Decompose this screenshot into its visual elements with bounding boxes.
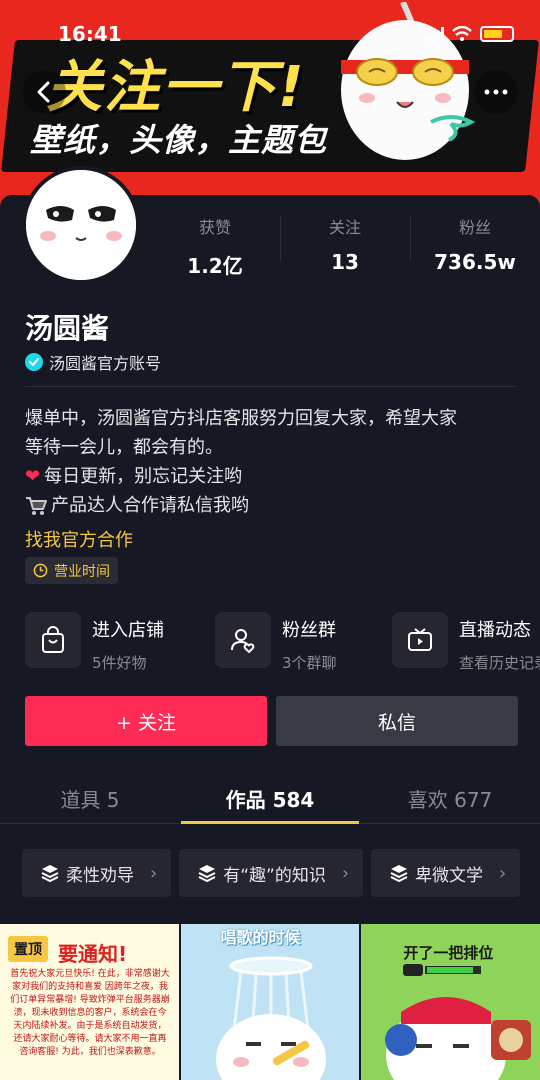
profile-name: 汤圆酱 <box>25 312 110 345</box>
status-bar: 16:41 <box>0 0 540 46</box>
shopping-bag-icon <box>25 612 81 668</box>
profile-page: 关注一下! 壁纸，头像，主题包 16:41 获赞 1.2亿 关注 13 粉丝 7… <box>0 0 540 1080</box>
tile-notice-heading: 要通知! <box>58 942 128 966</box>
status-icons <box>426 26 514 42</box>
service-fan-group-subtitle: 3个群聊 <box>282 654 337 672</box>
collection-label: 卑微文学 <box>415 865 484 886</box>
avatar-mascot-face <box>26 170 136 280</box>
stat-likes[interactable]: 获赞 1.2亿 <box>150 210 280 278</box>
service-shop[interactable]: 进入店铺 5件好物 <box>25 612 164 673</box>
collection-chip[interactable]: 卑微文学 › <box>371 849 521 897</box>
video-tile[interactable]: 唱歌的时候 <box>180 924 360 1080</box>
chevron-right-icon: › <box>341 862 350 884</box>
status-time: 16:41 <box>58 22 122 46</box>
video-thumbnail-illustration <box>385 964 532 1080</box>
service-live-title: 直播动态 <box>459 620 531 641</box>
service-fan-group-title: 粉丝群 <box>282 620 336 641</box>
fan-group-icon <box>215 612 271 668</box>
stat-likes-value: 1.2亿 <box>187 254 243 278</box>
avatar[interactable] <box>22 166 140 284</box>
video-grid: 置顶 要通知! 首先祝大家元旦快乐! 在此，非常感谢大家对我们的支持和喜爱 因跨… <box>0 924 540 1080</box>
verified-label: 汤圆酱官方账号 <box>49 354 162 373</box>
bio-line: 产品达人合作请私信我哟 <box>25 491 525 520</box>
verified-account: 汤圆酱官方账号 <box>25 350 161 374</box>
bio-text: 每日更新，别忘记关注哟 <box>44 466 243 487</box>
stat-following-label: 关注 <box>328 218 361 237</box>
message-button[interactable]: 私信 <box>276 696 518 746</box>
collections-row: 柔性劝导 › 有“趣”的知识 › 卑微文学 › <box>22 849 540 897</box>
service-fan-group[interactable]: 粉丝群 3个群聊 <box>215 612 337 673</box>
stat-followers-value: 736.5w <box>434 250 516 274</box>
stat-following-value: 13 <box>331 250 359 274</box>
video-thumbnail-illustration <box>215 956 326 1080</box>
clock-icon <box>33 563 48 578</box>
collection-chip[interactable]: 有“趣”的知识 › <box>179 849 364 897</box>
follow-button[interactable]: + 关注 <box>25 696 267 746</box>
business-hours-tag[interactable]: 营业时间 <box>25 557 118 584</box>
collection-chip[interactable]: 柔性劝导 › <box>22 849 172 897</box>
bio-line: ❤ 每日更新，别忘记关注哟 <box>25 462 525 491</box>
pinned-badge: 置顶 <box>8 936 48 962</box>
layers-icon <box>198 865 216 883</box>
service-live-updates[interactable]: 直播动态 查看历史记录 <box>392 612 540 673</box>
video-tile[interactable]: 开了一把排位 <box>361 924 540 1080</box>
chevron-right-icon: › <box>150 862 158 884</box>
more-button[interactable] <box>474 70 518 114</box>
back-button[interactable] <box>22 70 66 114</box>
tv-play-icon <box>392 612 448 668</box>
bio-text: 产品达人合作请私信我哟 <box>51 495 249 516</box>
profile-bio: 爆单中，汤圆酱官方抖店客服努力回复大家，希望大家 等待一会儿，都会有的。 ❤ 每… <box>25 404 525 520</box>
video-tile[interactable]: 置顶 要通知! 首先祝大家元旦快乐! 在此，非常感谢大家对我们的支持和喜爱 因跨… <box>0 924 179 1080</box>
stat-following[interactable]: 关注 13 <box>280 210 410 274</box>
tab-works[interactable]: 作品 584 <box>180 770 360 824</box>
stat-followers-label: 粉丝 <box>458 218 491 237</box>
business-hours-label: 营业时间 <box>54 563 110 580</box>
profile-divider <box>25 386 517 387</box>
stat-likes-label: 获赞 <box>198 218 231 237</box>
verified-check-icon <box>25 353 43 371</box>
wifi-icon <box>452 26 472 41</box>
stat-followers[interactable]: 粉丝 736.5w <box>410 210 540 274</box>
tab-likes[interactable]: 喜欢 677 <box>360 770 540 823</box>
collection-label: 柔性劝导 <box>66 865 134 886</box>
service-shop-title: 进入店铺 <box>92 620 164 641</box>
chevron-left-icon <box>37 81 50 103</box>
cellular-signal-icon <box>426 27 444 41</box>
service-shop-subtitle: 5件好物 <box>92 654 147 672</box>
battery-icon <box>480 26 514 42</box>
business-link[interactable]: 找我官方合作 <box>25 526 133 552</box>
profile-tabs: 道具 5 作品 584 喜欢 677 <box>0 770 540 824</box>
heart-icon: ❤ <box>25 466 41 487</box>
collection-label: 有“趣”的知识 <box>223 865 326 886</box>
shopping-cart-icon <box>26 496 47 515</box>
tab-props[interactable]: 道具 5 <box>0 770 180 823</box>
banner-subtitle: 壁纸，头像，主题包 <box>30 121 328 159</box>
layers-icon <box>41 865 59 883</box>
bio-line: 爆单中，汤圆酱官方抖店客服努力回复大家，希望大家 <box>25 408 457 429</box>
tile-notice-text: 首先祝大家元旦快乐! 在此，非常感谢大家对我们的支持和喜爱 因跨年之夜，我们订单… <box>10 969 170 1057</box>
layers-icon <box>390 865 408 883</box>
chevron-right-icon: › <box>499 862 507 884</box>
more-dots-icon <box>484 89 508 95</box>
profile-stats: 获赞 1.2亿 关注 13 粉丝 736.5w <box>150 210 540 278</box>
service-live-subtitle: 查看历史记录 <box>459 654 540 672</box>
banner-title: 关注一下! <box>46 55 306 120</box>
bio-line: 等待一会儿，都会有的。 <box>25 437 223 458</box>
